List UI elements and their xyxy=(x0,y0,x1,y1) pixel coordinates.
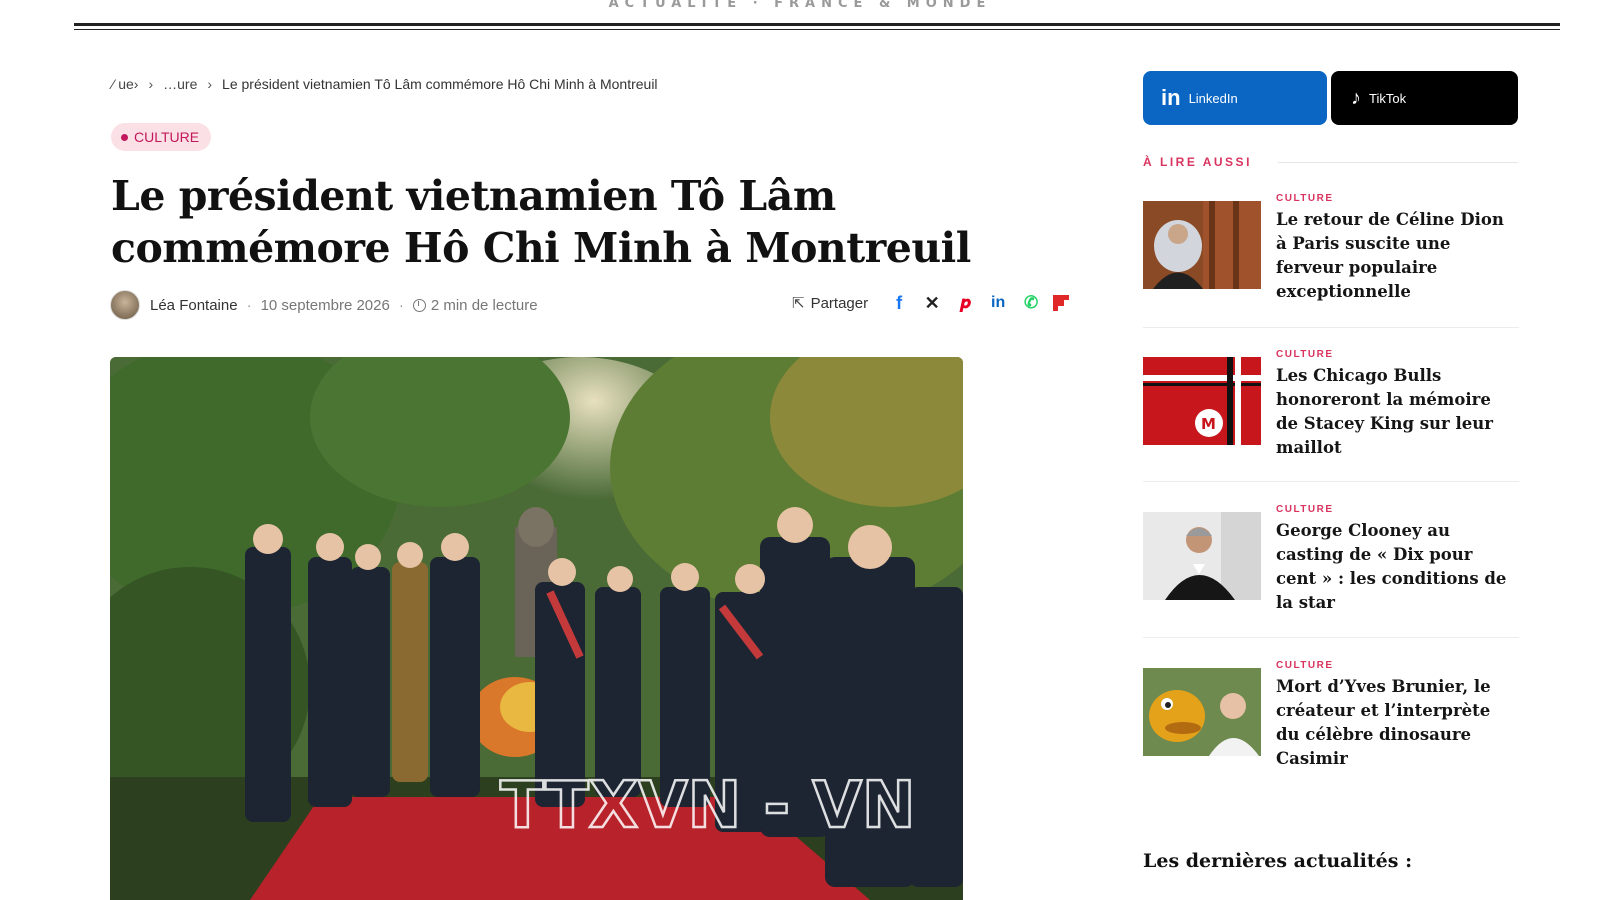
clock-icon xyxy=(412,298,426,312)
author-avatar[interactable] xyxy=(110,290,140,320)
masthead-divider xyxy=(74,23,1560,26)
masthead-divider-thin xyxy=(74,29,1560,30)
svg-text:M: M xyxy=(1201,415,1216,433)
breadcrumb-current: Le président vietnamien Tô Lâm commémore… xyxy=(222,76,658,92)
related-thumbnail[interactable]: M xyxy=(1143,357,1261,445)
thumbnail-image xyxy=(1143,668,1261,756)
breadcrumb-separator: › xyxy=(207,76,213,92)
share-icon: ⇱ xyxy=(792,295,805,312)
category-badge[interactable]: CULTURE xyxy=(111,123,212,151)
image-watermark: TTXVN - VN xyxy=(500,769,915,843)
tiktok-follow-button[interactable]: ♪ TikTok xyxy=(1331,71,1518,125)
flipboard-icon[interactable] xyxy=(1053,295,1070,311)
tiktok-label: TikTok xyxy=(1369,90,1407,106)
thumbnail-image xyxy=(1143,201,1261,289)
meta-separator: · xyxy=(246,296,252,314)
breadcrumb: ⁄ ue› › …ure › Le président vietnamien T… xyxy=(112,76,658,92)
linkedin-follow-button[interactable]: in LinkedIn xyxy=(1143,71,1327,125)
read-also-heading: À LIRE AUSSI xyxy=(1143,155,1252,169)
related-title[interactable]: Le retour de Céline Dion à Paris suscite… xyxy=(1276,208,1516,304)
article-byline: Léa Fontaine · 10 septembre 2026 · 2 min… xyxy=(110,290,538,320)
latest-news-heading: Les dernières actualités : xyxy=(1143,850,1413,872)
related-divider xyxy=(1143,637,1519,638)
whatsapp-icon[interactable]: ✆ xyxy=(1020,292,1042,314)
meta-separator: · xyxy=(398,296,404,314)
pinterest-icon[interactable]: 𝒑 xyxy=(954,292,976,314)
linkedin-label: LinkedIn xyxy=(1188,90,1238,106)
related-thumbnail[interactable] xyxy=(1143,668,1261,756)
related-category: CULTURE xyxy=(1276,660,1334,671)
related-divider xyxy=(1143,481,1519,482)
related-title[interactable]: Mort d’Yves Brunier, le créateur et l’in… xyxy=(1276,675,1516,771)
publish-date: 10 septembre 2026 xyxy=(260,296,390,314)
breadcrumb-separator: › xyxy=(148,76,154,92)
related-title[interactable]: George Clooney au casting de « Dix pour … xyxy=(1276,519,1516,615)
linkedin-logo-icon: in xyxy=(1161,85,1181,110)
article-hero-image: TTXVN - VN xyxy=(110,357,963,900)
thumbnail-image: M xyxy=(1143,357,1261,445)
related-category: CULTURE xyxy=(1276,349,1334,360)
article-title: Le président vietnamien Tô Lâm commémore… xyxy=(111,172,971,272)
share-bar: ⇱ Partager f ✕ 𝒑 in ✆ xyxy=(792,292,1080,314)
related-category: CULTURE xyxy=(1276,504,1334,515)
related-thumbnail[interactable] xyxy=(1143,201,1261,289)
related-divider xyxy=(1143,327,1519,328)
related-title[interactable]: Les Chicago Bulls honoreront la mémoire … xyxy=(1276,364,1516,460)
category-badge-label: CULTURE xyxy=(134,129,200,145)
breadcrumb-home-link[interactable]: ⁄ ue› xyxy=(112,76,138,92)
related-category: CULTURE xyxy=(1276,193,1334,204)
hero-photo-illustration: TTXVN - VN xyxy=(110,357,963,900)
category-dot-icon xyxy=(121,133,128,141)
author-name[interactable]: Léa Fontaine xyxy=(150,297,238,314)
breadcrumb-culture-link[interactable]: …ure xyxy=(163,76,197,92)
thumbnail-image xyxy=(1143,512,1261,600)
masthead-tagline: ACTUALITÉ · FRANCE & MONDE xyxy=(608,0,992,11)
facebook-icon[interactable]: f xyxy=(888,292,910,314)
tiktok-logo-icon: ♪ xyxy=(1351,86,1361,109)
related-thumbnail[interactable] xyxy=(1143,512,1261,600)
read-time: 2 min de lecture xyxy=(430,296,538,314)
linkedin-icon[interactable]: in xyxy=(987,292,1009,314)
share-label[interactable]: Partager xyxy=(811,295,869,312)
x-icon[interactable]: ✕ xyxy=(921,292,943,314)
read-also-divider xyxy=(1278,162,1518,163)
